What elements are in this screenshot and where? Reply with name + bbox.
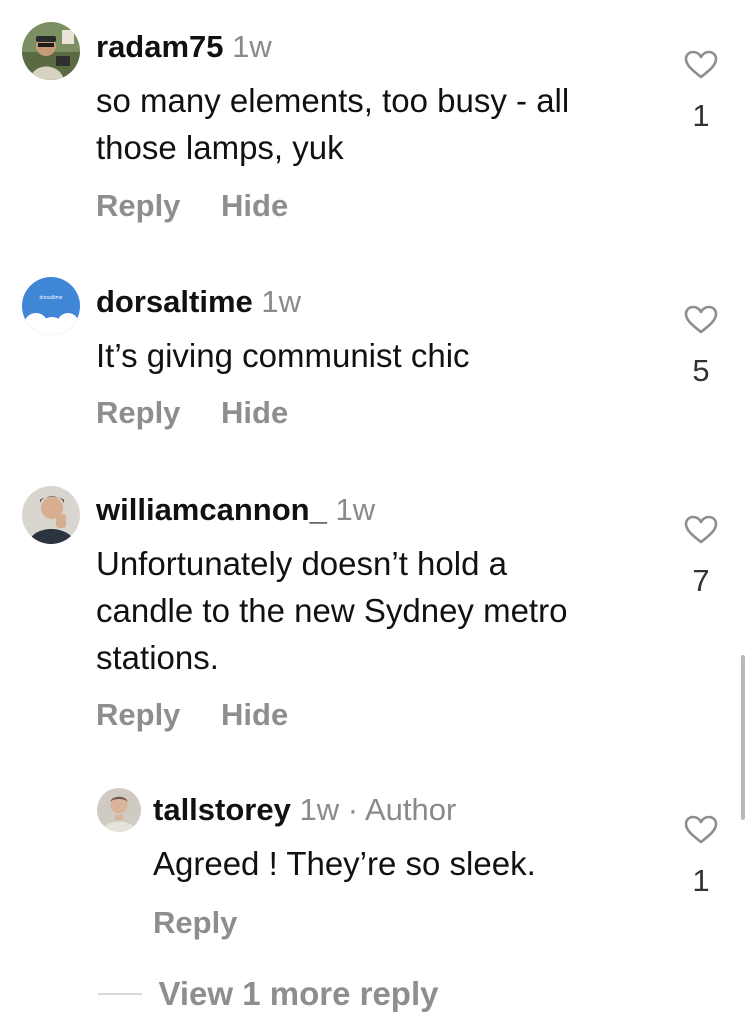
like-column: 5 [679,305,723,389]
comment-text-line: stations. [96,639,219,676]
comment-text-line: those lamps, yuk [96,129,344,166]
hide-button[interactable]: Hide [221,188,288,224]
comment-header: williamcannon_ 1w [96,491,375,529]
comment-actions: Reply Hide [96,188,288,224]
like-count: 1 [692,863,710,898]
avatar[interactable] [22,486,80,544]
comment-header: tallstorey 1w · Author [153,791,456,829]
comment-text-line: candle to the new Sydney metro [96,592,568,629]
comment-text-line: It’s giving communist chic [96,337,470,374]
username[interactable]: tallstorey [153,792,291,827]
avatar-sky-icon: dorsaltime [22,277,80,335]
like-column: 1 [679,815,723,899]
reply-button[interactable]: Reply [153,905,237,941]
timestamp: 1w [335,492,376,527]
comment-text: It’s giving communist chic [96,332,656,379]
comment-actions: Reply Hide [96,395,288,431]
avatar-text: dorsaltime [39,295,62,301]
like-count: 1 [692,98,710,133]
comment-text: Unfortunately doesn’t hold a candle to t… [96,540,656,681]
heart-icon[interactable] [684,815,718,845]
comment-text: so many elements, too busy - all those l… [96,77,656,171]
timestamp: 1w [299,792,340,827]
reply-button[interactable]: Reply [96,697,180,733]
view-more-label: View 1 more reply [158,975,439,1012]
like-count: 7 [692,563,710,598]
comment-actions: Reply Hide [96,697,288,733]
heart-icon[interactable] [684,305,718,335]
comment-actions: Reply [153,905,237,941]
heart-icon[interactable] [684,50,718,80]
comment-text-line: so many elements, too busy - all [96,82,570,119]
like-column: 1 [679,50,723,134]
timestamp: 1w [261,284,302,319]
username[interactable]: dorsaltime [96,284,253,319]
hide-button[interactable]: Hide [221,395,288,431]
scrollbar[interactable] [741,655,745,820]
avatar[interactable] [97,788,141,832]
username[interactable]: radam75 [96,29,224,64]
reply-button[interactable]: Reply [96,395,180,431]
comment-header: radam75 1w [96,28,272,66]
like-count: 5 [692,353,710,388]
author-badge: · Author [347,792,457,827]
timestamp: 1w [232,29,272,64]
avatar-photo-icon [22,22,80,80]
comment-text: Agreed ! They’re so sleek. [153,840,653,887]
like-column: 7 [679,515,723,599]
comment-header: dorsaltime 1w [96,283,301,321]
avatar-photo-icon [22,486,80,544]
divider-line [98,993,142,995]
avatar-photo-icon [97,788,141,832]
reply-button[interactable]: Reply [96,188,180,224]
avatar[interactable]: dorsaltime [22,277,80,335]
comment-text-line: Agreed ! They’re so sleek. [153,845,536,882]
hide-button[interactable]: Hide [221,697,288,733]
avatar[interactable] [22,22,80,80]
heart-icon[interactable] [684,515,718,545]
username[interactable]: williamcannon_ [96,492,327,527]
view-more-replies-button[interactable]: View 1 more reply [98,975,439,1013]
comment-text-line: Unfortunately doesn’t hold a [96,545,507,582]
